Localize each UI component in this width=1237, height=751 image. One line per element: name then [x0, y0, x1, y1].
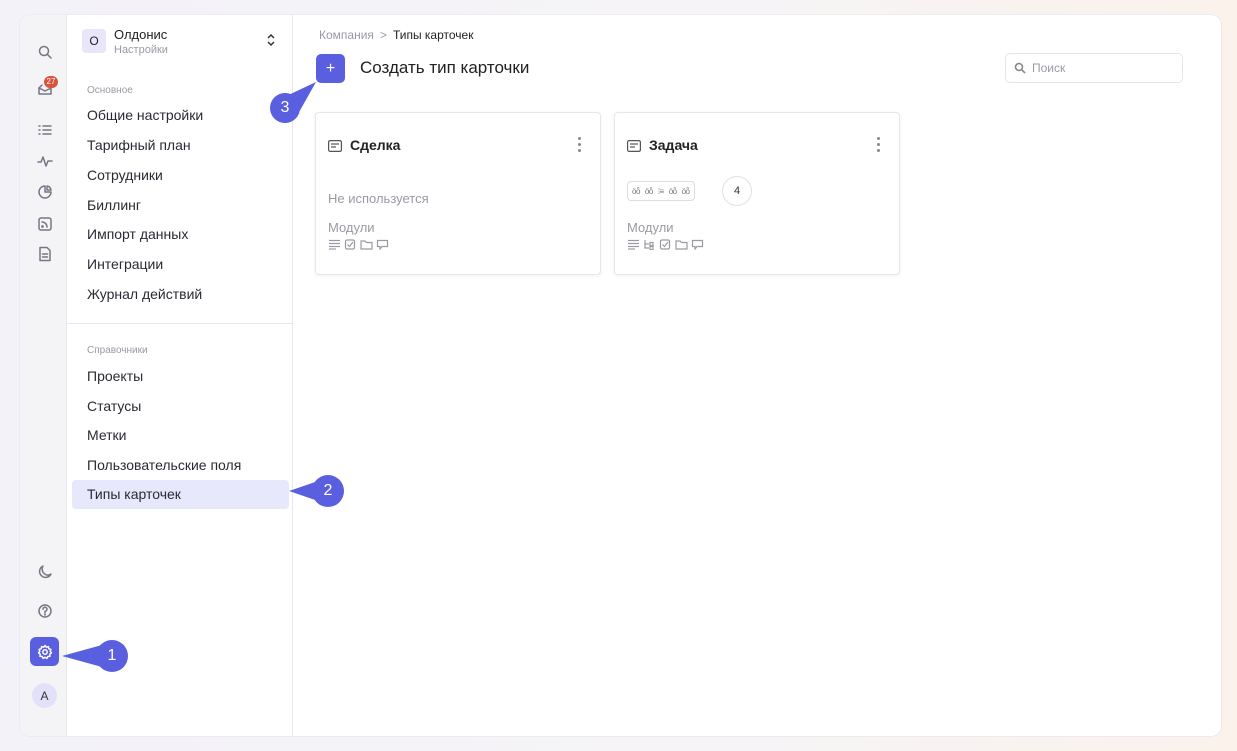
app-window: 27 A O Олдонис Настройки Основное Общие …	[20, 15, 1221, 736]
moon-icon[interactable]	[30, 557, 59, 586]
module-icons	[328, 239, 389, 250]
modules-label: Модули	[627, 220, 674, 235]
module-icons	[627, 239, 704, 250]
nav-action-log[interactable]: Журнал действий	[87, 284, 202, 304]
nav-employees[interactable]: Сотрудники	[87, 165, 163, 185]
callout-number: 2	[323, 482, 333, 499]
nav-data-import[interactable]: Импорт данных	[87, 224, 188, 244]
rss-icon[interactable]	[30, 209, 59, 238]
card-type-deal[interactable]: Сделка Не используется Модули	[315, 112, 601, 275]
chevron-updown-icon[interactable]	[266, 32, 280, 50]
card-type-icon	[328, 139, 343, 153]
callout-number: 3	[280, 99, 290, 116]
nav-card-types[interactable]: Типы карточек	[72, 480, 289, 509]
field-chip: ӧȫ	[644, 186, 653, 196]
more-menu-icon[interactable]	[576, 137, 582, 155]
org-subtitle: Настройки	[114, 44, 168, 56]
card-status: Не используется	[328, 191, 429, 206]
callout-1: 1	[60, 638, 130, 674]
modules-label: Модули	[328, 220, 375, 235]
main-content: Компания > Типы карточек + Создать тип к…	[293, 15, 1221, 736]
chart-icon[interactable]	[30, 177, 59, 206]
checklist-icon	[659, 239, 671, 250]
callout-2: 2	[287, 474, 347, 508]
description-icon	[329, 239, 340, 250]
section-refs-label: Справочники	[87, 345, 148, 356]
gear-icon[interactable]	[30, 637, 59, 666]
search-icon	[1014, 62, 1026, 74]
nav-tariff-plan[interactable]: Тарифный план	[87, 135, 191, 155]
breadcrumb-separator: >	[379, 28, 387, 42]
user-avatar[interactable]: A	[32, 683, 57, 708]
callout-3: 3	[268, 78, 322, 126]
folder-icon	[675, 240, 688, 250]
help-icon[interactable]	[30, 596, 59, 625]
create-card-type-label[interactable]: Создать тип карточки	[360, 58, 529, 78]
subtasks-icon	[644, 240, 654, 250]
nav-general-settings[interactable]: Общие настройки	[87, 105, 203, 125]
org-name: Олдонис	[114, 27, 168, 42]
checklist-icon	[344, 239, 356, 250]
org-logo: O	[82, 29, 106, 53]
comment-icon	[691, 239, 704, 250]
folder-icon	[360, 240, 373, 250]
field-chip: ⁞≡	[657, 186, 664, 196]
nav-statuses[interactable]: Статусы	[87, 396, 141, 416]
nav-custom-fields[interactable]: Пользовательские поля	[87, 455, 241, 475]
card-type-task[interactable]: Задача ӧȫ ӧȫ ⁞≡ ӧȫ ӧȫ 4 Модули	[614, 112, 900, 275]
description-icon	[628, 239, 639, 250]
more-menu-icon[interactable]	[875, 137, 881, 155]
breadcrumb: Компания > Типы карточек	[319, 28, 473, 42]
document-icon[interactable]	[30, 239, 59, 268]
card-type-icon	[627, 139, 642, 153]
breadcrumb-current: Типы карточек	[392, 28, 474, 42]
activity-icon[interactable]	[30, 146, 59, 175]
card-title: Сделка	[350, 137, 401, 153]
comment-icon	[376, 239, 389, 250]
search-input[interactable]	[1032, 61, 1172, 75]
section-main-label: Основное	[87, 85, 133, 96]
field-chip: ӧȫ	[668, 186, 677, 196]
callout-number: 1	[107, 647, 117, 664]
sidebar-divider	[68, 323, 292, 324]
field-chip: ӧȫ	[632, 186, 640, 196]
field-chip: ӧȫ	[681, 186, 690, 196]
inbox-badge: 27	[44, 76, 58, 88]
settings-sidebar: O Олдонис Настройки Основное Общие настр…	[68, 15, 293, 736]
card-title: Задача	[649, 137, 698, 153]
nav-integrations[interactable]: Интеграции	[87, 254, 163, 274]
nav-projects[interactable]: Проекты	[87, 366, 143, 386]
search-icon[interactable]	[30, 37, 59, 66]
field-count-badge: 4	[722, 176, 752, 206]
list-icon[interactable]	[30, 115, 59, 144]
nav-tags[interactable]: Метки	[87, 425, 127, 445]
inbox-icon[interactable]: 27	[30, 74, 59, 103]
nav-billing[interactable]: Биллинг	[87, 195, 141, 215]
search-field[interactable]	[1005, 53, 1183, 83]
custom-field-chips: ӧȫ ӧȫ ⁞≡ ӧȫ ӧȫ	[627, 181, 695, 201]
breadcrumb-parent[interactable]: Компания	[319, 28, 374, 42]
org-switcher[interactable]: O Олдонис Настройки	[82, 27, 282, 59]
icon-rail: 27 A	[20, 15, 67, 736]
